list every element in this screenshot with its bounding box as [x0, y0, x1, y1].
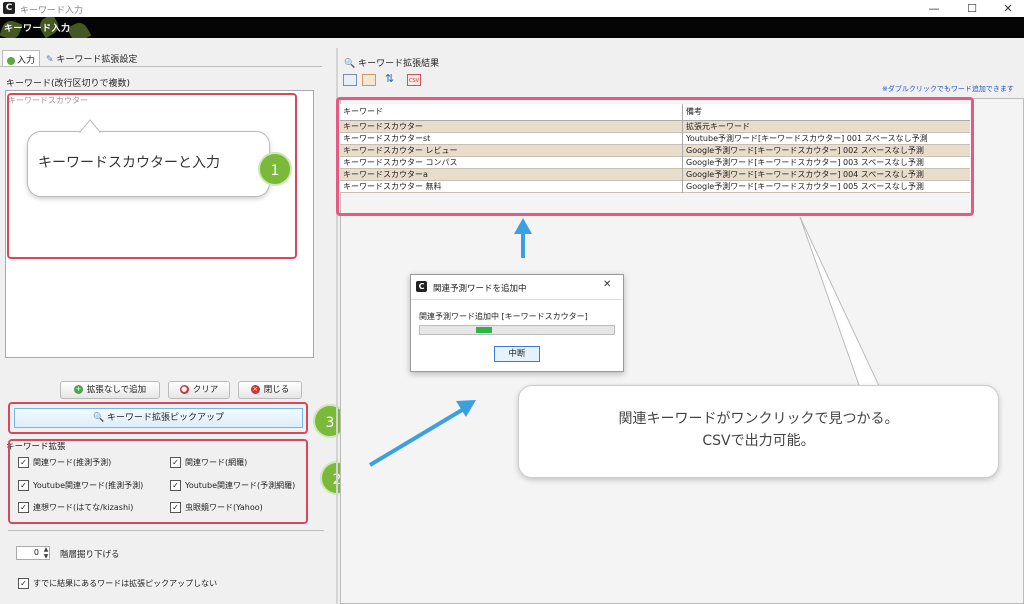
- progress-bar: [419, 325, 615, 335]
- sort-icon[interactable]: ⇅: [385, 72, 394, 85]
- checkbox-association[interactable]: ✓ 連想ワード(はてな/kizashi): [18, 502, 133, 513]
- keyword-pickup-button[interactable]: 🔍 キーワード拡張ピックアップ: [14, 408, 303, 428]
- step-number-1: 1: [258, 152, 292, 186]
- cancel-button[interactable]: 中断: [494, 346, 540, 362]
- bubble-pointer: [78, 119, 102, 133]
- spinner-arrows-icon[interactable]: ▲ ▼: [42, 546, 50, 560]
- instruction-bubble-text: キーワードスカウターと入力: [38, 155, 220, 171]
- checkbox-mark: ✓: [18, 502, 29, 513]
- checkbox-mark: ✓: [170, 457, 181, 468]
- checkbox-related-predict[interactable]: ✓ 関連ワード(推測予測): [18, 457, 111, 468]
- clear-button[interactable]: ● クリア: [168, 381, 230, 399]
- table-icon[interactable]: [343, 74, 357, 86]
- checkbox-related-cover[interactable]: ✓ 関連ワード(網羅): [170, 457, 247, 468]
- highlight-results: [336, 97, 974, 216]
- callout-line1: 関連キーワードがワンクリックで見つかる。: [618, 411, 899, 427]
- maximize-button[interactable]: ☐: [954, 0, 990, 17]
- dialog-title: 関連予測ワードを追加中: [433, 284, 527, 294]
- checkbox-mark: ✓: [170, 502, 181, 513]
- keyword-label: キーワード(改行区切りで複数): [6, 79, 131, 89]
- close-button[interactable]: × 閉じる: [238, 381, 302, 399]
- search-icon: 🔍: [92, 413, 105, 423]
- header-banner: キーワード入力: [0, 17, 1024, 38]
- checkbox-mark: ✓: [18, 480, 29, 491]
- close-icon: ×: [250, 385, 260, 394]
- window-title: キーワード入力: [20, 6, 84, 16]
- checkbox-mark: ✓: [18, 578, 29, 589]
- dblclick-hint: ※ダブルクリックでもワード追加できます: [882, 85, 1014, 93]
- banner-title: キーワード入力: [4, 24, 71, 34]
- clear-icon: ●: [179, 385, 189, 394]
- search-icon: 🔍: [344, 59, 356, 69]
- add-without-expand-button[interactable]: + 拡張なしで追加: [60, 381, 160, 399]
- checkbox-youtube-cover[interactable]: ✓ Youtube関連ワード(予測網羅): [170, 480, 295, 491]
- minimize-button[interactable]: —: [916, 0, 952, 17]
- tab-input[interactable]: 入力: [2, 50, 41, 66]
- wrench-icon: ✎: [46, 55, 54, 65]
- checkbox-mark: ✓: [170, 480, 181, 491]
- checkbox-youtube-predict[interactable]: ✓ Youtube関連ワード(推測予測): [18, 480, 143, 491]
- instruction-bubble: キーワードスカウターと入力: [27, 131, 270, 197]
- dialog-message: 関連予測ワード追加中 [キーワードスカウター]: [419, 312, 588, 321]
- plus-icon: +: [73, 385, 83, 394]
- checkbox-magnifier[interactable]: ✓ 虫眼鏡ワード(Yahoo): [170, 502, 263, 513]
- callout-line2: CSVで出力可能。: [702, 433, 815, 449]
- green-circle-icon: [7, 56, 15, 65]
- progress-fill: [476, 327, 492, 333]
- checkbox-mark: ✓: [18, 457, 29, 468]
- app-icon: C: [416, 281, 427, 292]
- app-icon: C: [3, 2, 15, 14]
- checkbox-skip-existing[interactable]: ✓ すでに結果にあるワードは拡張ピックアップしない: [18, 578, 217, 589]
- list-icon[interactable]: [362, 74, 376, 86]
- tab-keyword-expand-settings[interactable]: ✎ キーワード拡張設定: [42, 50, 141, 66]
- close-window-button[interactable]: ✕: [990, 0, 1024, 17]
- feature-callout: 関連キーワードがワンクリックで見つかる。 CSVで出力可能。: [518, 385, 999, 478]
- results-title: 🔍 キーワード拡張結果: [344, 59, 440, 69]
- csv-export-icon[interactable]: CSV: [407, 74, 421, 86]
- window-titlebar: C キーワード入力 — ☐ ✕: [0, 0, 1024, 17]
- dialog-close-button[interactable]: ✕: [603, 279, 611, 290]
- depth-label: 階層掘り下げる: [60, 550, 120, 560]
- progress-dialog: C 関連予測ワードを追加中 ✕ 関連予測ワード追加中 [キーワードスカウター] …: [410, 274, 624, 372]
